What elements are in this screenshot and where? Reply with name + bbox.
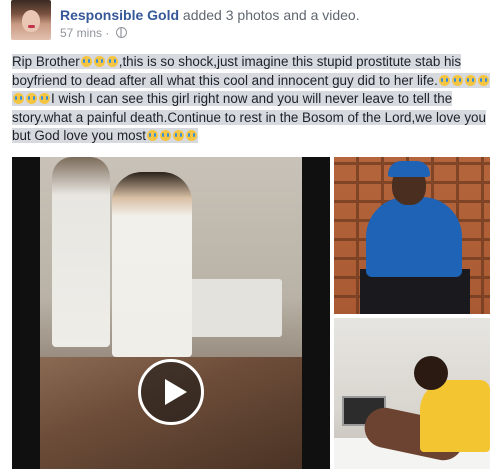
video-thumbnail[interactable] (12, 157, 330, 469)
globe-icon[interactable] (115, 27, 127, 38)
poster-name-link[interactable]: Responsible Gold (60, 7, 179, 23)
post-text-segment: I wish I can see this girl right now and… (12, 91, 486, 143)
poster-line: Responsible Gold added 3 photos and a vi… (60, 7, 360, 23)
media-grid (12, 157, 490, 469)
photo-thumbnail[interactable] (334, 318, 490, 469)
photo-thumbnail[interactable] (334, 157, 490, 314)
crying-face-icon (146, 130, 158, 141)
crying-face-icon (80, 56, 92, 67)
meta-separator: · (102, 26, 113, 40)
avatar[interactable] (11, 0, 51, 40)
crying-face-icon (451, 74, 463, 86)
crying-face-icon (39, 93, 50, 104)
post-meta: 57 mins · (60, 26, 127, 40)
post-text: Rip Brother ,this is so shock,just imagin… (12, 53, 490, 146)
crying-face-icon (26, 93, 37, 104)
play-icon[interactable] (138, 359, 204, 425)
crying-face-icon (159, 130, 171, 141)
crying-face-icon (172, 130, 184, 141)
post-action-text: added 3 photos and a video. (179, 7, 360, 23)
post-header: Responsible Gold added 3 photos and a vi… (0, 0, 500, 44)
crying-face-icon (464, 74, 476, 86)
timestamp-link[interactable]: 57 mins (60, 26, 102, 40)
post-text-segment: Rip Brother (12, 54, 80, 69)
crying-face-icon (93, 56, 105, 67)
crying-face-icon (438, 74, 450, 86)
crying-face-icon (477, 74, 489, 86)
crying-face-icon (106, 56, 118, 67)
crying-face-icon (13, 93, 24, 104)
crying-face-icon (185, 130, 197, 141)
